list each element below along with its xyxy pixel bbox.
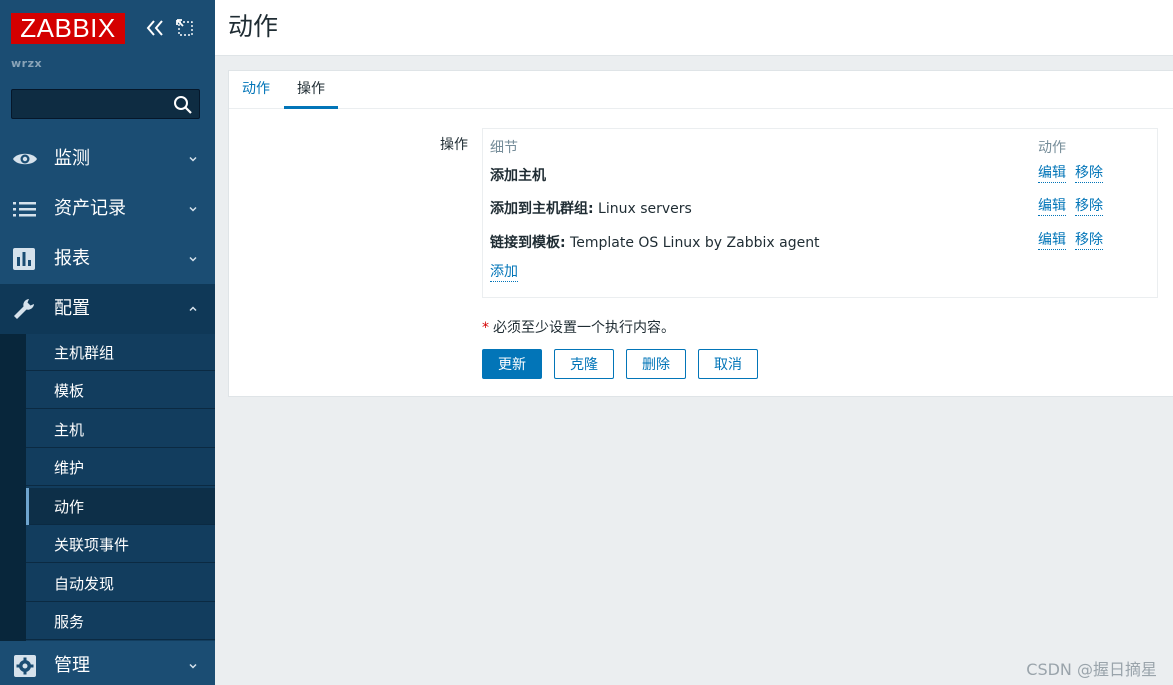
operation-description: 链接到模板: Template OS Linux by Zabbix agent — [490, 232, 820, 252]
required-note: * 必须至少设置一个执行内容。 — [482, 317, 675, 337]
menu-label-inventory: 资产记录 — [54, 198, 126, 219]
list-icon — [12, 197, 38, 221]
menu-label-monitoring: 监测 — [54, 148, 90, 169]
search-icon[interactable] — [173, 95, 193, 115]
submenu-label: 关联项事件 — [54, 536, 130, 554]
submenu-item-event-correlation[interactable]: 关联项事件 — [26, 526, 215, 563]
sidebar: ZABBIX wrzx 监测 资产记录 报表 配置 主机群组 模板 主机 维护 … — [0, 0, 215, 685]
menu-item-monitoring[interactable]: 监测 — [0, 134, 215, 184]
collapse-sidebar-icon[interactable] — [145, 17, 165, 39]
submenu-label: 主机 — [54, 421, 85, 439]
menu-label-configuration: 配置 — [54, 298, 90, 319]
tab-action[interactable]: 动作 — [229, 71, 283, 109]
chevron-down-icon — [187, 660, 199, 672]
submenu-label: 模板 — [54, 382, 85, 400]
zabbix-logo[interactable]: ZABBIX — [11, 13, 125, 44]
remove-link[interactable]: 移除 — [1075, 198, 1103, 216]
configuration-submenu: 主机群组 模板 主机 维护 动作 关联项事件 自动发现 服务 — [0, 334, 215, 641]
page-header: 动作 — [215, 0, 1173, 56]
menu-item-inventory[interactable]: 资产记录 — [0, 184, 215, 234]
menu-item-configuration[interactable]: 配置 — [0, 284, 215, 334]
server-name: wrzx — [11, 57, 43, 70]
required-star: * — [482, 320, 489, 336]
submenu-label: 维护 — [54, 459, 85, 477]
column-header-details: 细节 — [490, 140, 518, 156]
chevron-up-icon — [187, 303, 199, 315]
update-button[interactable]: 更新 — [482, 349, 542, 379]
menu-item-reports[interactable]: 报表 — [0, 234, 215, 284]
menu-label-reports: 报表 — [54, 248, 90, 269]
chevron-down-icon — [187, 253, 199, 265]
submenu-item-services[interactable]: 服务 — [26, 603, 215, 640]
tab-operations[interactable]: 操作 — [284, 71, 338, 109]
submenu-item-templates[interactable]: 模板 — [26, 372, 215, 409]
watermark: CSDN @握日摘星 — [1026, 660, 1157, 679]
table-row: 链接到模板: Template OS Linux by Zabbix agent… — [483, 224, 1157, 258]
remove-link[interactable]: 移除 — [1075, 165, 1103, 183]
submenu-item-discovery[interactable]: 自动发现 — [26, 565, 215, 602]
bar-chart-icon — [12, 247, 38, 271]
add-operation-link[interactable]: 添加 — [490, 264, 518, 282]
wrench-icon — [12, 297, 38, 321]
required-text: 必须至少设置一个执行内容。 — [493, 320, 675, 336]
cancel-button[interactable]: 取消 — [698, 349, 758, 379]
chevron-down-icon — [187, 153, 199, 165]
edit-link[interactable]: 编辑 — [1038, 165, 1066, 183]
submenu-label: 动作 — [54, 498, 85, 516]
operation-type: 添加到主机群组: — [490, 201, 594, 217]
kiosk-mode-icon[interactable] — [175, 18, 195, 38]
clone-button[interactable]: 克隆 — [554, 349, 614, 379]
submenu-label: 主机群组 — [54, 344, 115, 362]
submenu-item-maintenance[interactable]: 维护 — [26, 449, 215, 486]
submenu-label: 自动发现 — [54, 575, 115, 593]
submenu-list: 主机群组 模板 主机 维护 动作 关联项事件 自动发现 服务 — [26, 334, 215, 641]
operation-type: 添加主机 — [490, 168, 546, 184]
table-row: 添加到主机群组: Linux servers 编辑 移除 — [483, 190, 1157, 224]
operation-description: 添加主机 — [490, 165, 546, 185]
operation-type: 链接到模板: — [490, 235, 566, 251]
gear-icon — [12, 654, 38, 678]
operations-field-label: 操作 — [440, 137, 468, 153]
submenu-item-actions[interactable]: 动作 — [26, 488, 215, 525]
action-form-panel: 动作 操作 操作 细节 动作 添加主机 编辑 移除 添加到主机群组: Linux… — [228, 70, 1173, 397]
tab-bar: 动作 操作 — [229, 71, 1173, 109]
submenu-item-host-groups[interactable]: 主机群组 — [26, 334, 215, 371]
operation-description: 添加到主机群组: Linux servers — [490, 198, 692, 218]
search-input[interactable] — [12, 90, 172, 118]
search-box — [11, 89, 200, 119]
edit-link[interactable]: 编辑 — [1038, 198, 1066, 216]
column-header-action: 动作 — [1038, 140, 1066, 156]
logo-row: ZABBIX — [11, 13, 206, 45]
page-title: 动作 — [228, 12, 279, 41]
operations-table: 细节 动作 添加主机 编辑 移除 添加到主机群组: Linux servers … — [482, 128, 1158, 298]
submenu-item-hosts[interactable]: 主机 — [26, 411, 215, 448]
remove-link[interactable]: 移除 — [1075, 232, 1103, 250]
chevron-down-icon — [187, 203, 199, 215]
table-row: 添加主机 编辑 移除 — [483, 157, 1157, 191]
operation-target: Linux servers — [593, 201, 692, 217]
submenu-label: 服务 — [54, 613, 85, 631]
delete-button[interactable]: 删除 — [626, 349, 686, 379]
edit-link[interactable]: 编辑 — [1038, 232, 1066, 250]
menu-label-administration: 管理 — [54, 655, 90, 676]
menu-item-administration[interactable]: 管理 — [0, 641, 215, 685]
eye-icon — [12, 147, 38, 171]
operation-target: Template OS Linux by Zabbix agent — [565, 235, 820, 251]
